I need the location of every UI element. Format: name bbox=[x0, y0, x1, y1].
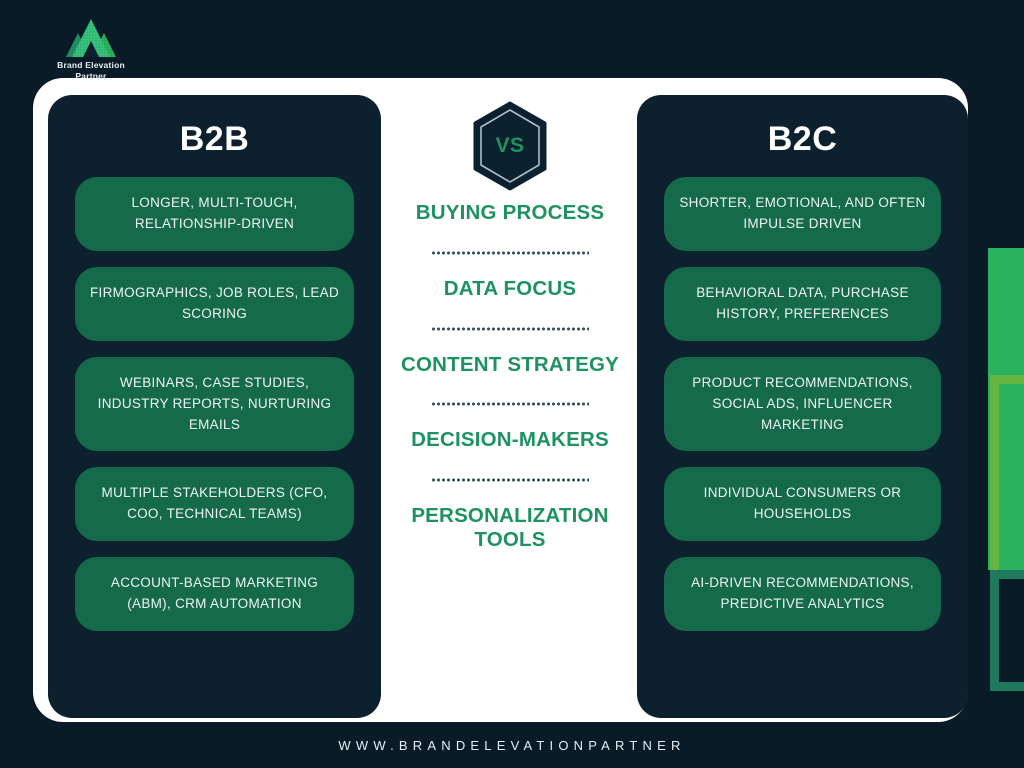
list-item: WEBINARS, CASE STUDIES, INDUSTRY REPORTS… bbox=[75, 356, 354, 452]
list-item: LONGER, MULTI-TOUCH, RELATIONSHIP-DRIVEN bbox=[75, 177, 354, 251]
center-category: PERSONALIZATION TOOLS bbox=[411, 504, 609, 551]
dotted-divider bbox=[431, 250, 589, 255]
column-b2c-title: B2C bbox=[767, 120, 838, 158]
list-item: SHORTER, EMOTIONAL, AND OFTEN IMPULSE DR… bbox=[664, 177, 941, 251]
center-category: CONTENT STRATEGY bbox=[400, 352, 620, 376]
brand-name-line1: Brand Elevation bbox=[57, 60, 125, 70]
dotted-divider bbox=[431, 478, 589, 483]
brand-logo: Brand Elevation Partner bbox=[50, 16, 132, 81]
column-b2b: B2B LONGER, MULTI-TOUCH, RELATIONSHIP-DR… bbox=[48, 95, 381, 718]
list-item: AI-DRIVEN RECOMMENDATIONS, PREDICTIVE AN… bbox=[664, 557, 941, 632]
column-b2c-list: SHORTER, EMOTIONAL, AND OFTEN IMPULSE DR… bbox=[637, 177, 968, 632]
list-item: BEHAVIORAL DATA, PURCHASE HISTORY, PREFE… bbox=[664, 266, 941, 341]
list-item: INDIVIDUAL CONSUMERS OR HOUSEHOLDS bbox=[664, 467, 941, 542]
center-category-list: BUYING PROCESS DATA FOCUS CONTENT STRATE… bbox=[390, 191, 630, 718]
column-b2b-title: B2B bbox=[179, 120, 250, 158]
dotted-divider bbox=[431, 402, 589, 407]
decor-green-frame-lower bbox=[990, 570, 1024, 691]
vs-badge-label: VS bbox=[495, 134, 525, 157]
center-category: BUYING PROCESS bbox=[415, 201, 605, 224]
mountain-logo-icon bbox=[66, 19, 116, 57]
list-item: MULTIPLE STAKEHOLDERS (CFO, COO, TECHNIC… bbox=[75, 467, 354, 542]
column-b2c: B2C SHORTER, EMOTIONAL, AND OFTEN IMPULS… bbox=[637, 95, 968, 718]
center-column: VS BUYING PROCESS DATA FOCUS CONTENT STR… bbox=[390, 95, 630, 718]
list-item: ACCOUNT-BASED MARKETING (ABM), CRM AUTOM… bbox=[75, 557, 354, 632]
center-category: DECISION-MAKERS bbox=[411, 428, 609, 452]
footer: WWW.BRANDELEVATIONPARTNER bbox=[0, 722, 1024, 768]
center-category: DATA FOCUS bbox=[443, 276, 577, 300]
dotted-divider bbox=[431, 326, 589, 331]
column-b2b-list: LONGER, MULTI-TOUCH, RELATIONSHIP-DRIVEN… bbox=[48, 177, 381, 632]
list-item: PRODUCT RECOMMENDATIONS, SOCIAL ADS, INF… bbox=[664, 356, 941, 452]
vs-badge: VS bbox=[469, 101, 551, 191]
list-item: FIRMOGRAPHICS, JOB ROLES, LEAD SCORING bbox=[75, 266, 354, 341]
website-url: WWW.BRANDELEVATIONPARTNER bbox=[338, 737, 686, 753]
